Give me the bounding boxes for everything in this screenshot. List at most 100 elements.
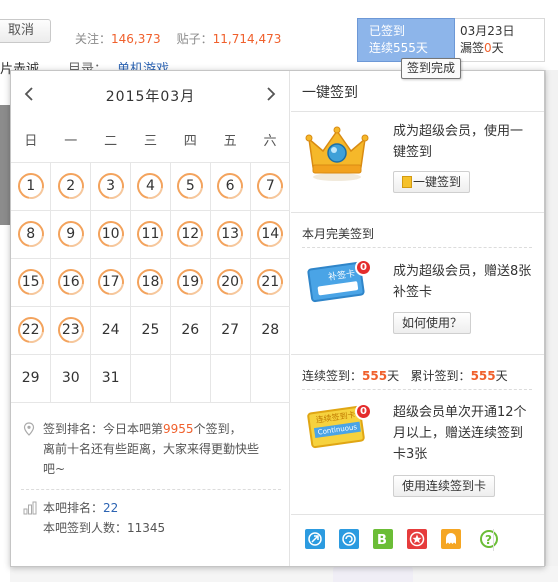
calendar-empty-cell [130,353,171,403]
ghost-icon[interactable] [441,529,461,549]
signed-day: 5 [179,175,201,197]
calendar-day-cell[interactable]: 7 [249,161,290,210]
calendar-empty-cell [209,353,251,403]
how-to-use-button[interactable]: 如何使用？ [393,312,472,334]
sign-date: 03月23日 [460,24,515,38]
unsigned-day: 24 [101,322,120,338]
today-rank: 签到排名：今日本吧第9955个签到， 离前十名还有些距离，大家来得更勤快些 吧~ [21,419,281,479]
calendar-day-cell[interactable]: 28 [249,305,290,354]
signed-day: 4 [139,175,161,197]
signed-day: 12 [179,223,201,245]
weekday-header: 五 [223,133,237,149]
calendar-day-cell[interactable]: 6 [209,161,251,210]
sign-complete-tooltip: 签到完成 [401,58,462,79]
cont-card-count-badge: 0 [355,403,372,420]
calendar-day-cell[interactable]: 15 [11,257,51,306]
calendar-day-cell[interactable]: 14 [249,209,290,258]
chevron-right-icon [267,87,276,101]
signed-day: 19 [179,271,201,293]
calendar-day-cell[interactable]: 24 [90,305,131,354]
calendar-day-cell[interactable]: 21 [249,257,290,306]
calendar-day-cell[interactable]: 22 [11,305,51,354]
unsigned-day: 30 [61,370,80,386]
bar-rank-value: 22 [103,501,119,515]
calendar-day-cell[interactable]: 16 [50,257,91,306]
bar-sign-count: 11345 [127,521,166,535]
unsigned-day: 29 [21,370,40,386]
arrow-share-icon[interactable] [305,529,325,549]
continuous-card-description: 超级会员单次开通12个月以上，赠送连续签到卡3张 [393,405,527,462]
calendar-grid: 日一二三四五六 1 2 3 4 5 6 7 8 9 10 11 12 13 14 15 16 17 18 19 20 2… [11,117,290,403]
calendar-day-cell[interactable]: 30 [50,353,91,403]
makeup-card-description: 成为超级会员，赠送8张补签卡 [393,264,532,300]
calendar-day-cell[interactable]: 18 [130,257,171,306]
continuous-card-icon: 连续签到卡 Continuous 0 [306,403,373,449]
signed-day: 1 [20,175,42,197]
signed-day: 10 [100,223,122,245]
signed-day: 11 [139,223,161,245]
page-bottom [10,566,558,582]
calendar-day-cell[interactable]: 4 [130,161,171,210]
calendar-day-cell[interactable]: 20 [209,257,251,306]
signed-day: 18 [139,271,161,293]
signin-sidebar: 一键签到 成为超级会员，使用一键签到 一键签到 本月完美签到 补签卡 0 成为超… [291,71,544,566]
sign-rank-info: 签到排名：今日本吧第9955个签到， 离前十名还有些距离，大家来得更勤快些 吧~… [21,419,281,538]
signed-status-button[interactable]: 已签到 连续555天 [357,18,455,62]
star-icon[interactable] [407,529,427,549]
next-month-button[interactable] [263,85,279,103]
use-continuous-card-button[interactable]: 使用连续签到卡 [393,475,496,497]
help-icon[interactable]: ? [479,529,499,549]
signed-day: 23 [60,319,82,341]
unsigned-day: 26 [181,322,200,338]
one-click-sign-button[interactable]: 一键签到 [393,171,471,193]
signed-day: 16 [60,271,82,293]
signed-day: 3 [100,175,122,197]
calendar-day-cell[interactable]: 9 [50,209,91,258]
calendar-day-cell[interactable]: 29 [11,353,51,403]
calendar-day-cell[interactable]: 5 [169,161,211,210]
calendar-day-cell[interactable]: 2 [50,161,91,210]
calendar-day-cell[interactable]: 23 [50,305,91,354]
calendar-day-cell[interactable]: 26 [169,305,211,354]
calendar-day-cell[interactable]: 27 [209,305,251,354]
weekday-header: 一 [64,133,78,149]
signed-day: 22 [20,319,42,341]
calendar-day-cell[interactable]: 12 [169,209,211,258]
signed-day: 2 [60,175,82,197]
avatar [333,566,413,582]
unsigned-day: 27 [221,322,240,338]
vip-badge-icon [402,176,412,188]
calendar-day-cell[interactable]: 13 [209,209,251,258]
calendar-empty-cell [249,353,290,403]
b-badge-icon[interactable]: B [373,529,393,549]
signed-day: 13 [219,223,241,245]
follow-label: 关注： [75,32,112,46]
vip-description: 成为超级会员，使用一键签到 [393,124,524,160]
calendar-day-cell[interactable]: 17 [90,257,131,306]
unsigned-day: 28 [261,322,280,338]
signed-status: 已签到 [369,24,406,38]
calendar-day-cell[interactable]: 3 [90,161,131,210]
unsigned-day: 25 [141,322,160,338]
bar-chart-icon [23,501,37,515]
calendar-day-cell[interactable]: 31 [90,353,131,403]
card-count-badge: 0 [355,259,372,276]
calendar-day-cell[interactable]: 8 [11,209,51,258]
calendar-day-cell[interactable]: 10 [90,209,131,258]
signed-day: 8 [20,223,42,245]
posts-count: 11,714,473 [212,32,282,46]
missed-days: 漏签0天 [460,41,504,55]
refresh-icon[interactable] [339,529,359,549]
weekday-header: 六 [263,133,277,149]
calendar-day-cell[interactable]: 19 [169,257,211,306]
signed-day: 6 [219,175,241,197]
posts-label: 贴子： [176,32,213,46]
calendar-day-cell[interactable]: 11 [130,209,171,258]
cancel-button[interactable]: 取消 [0,19,51,43]
banner-fragment [0,105,10,225]
calendar-day-cell[interactable]: 25 [130,305,171,354]
sign-totals: 连续签到：555天 累计签到：555天 [302,369,508,383]
calendar: 2015年03月 日一二三四五六 1 2 3 4 5 6 7 8 9 10 11 12 13 14 15 16… [11,71,290,566]
perfect-sign-title: 本月完美签到 [302,227,375,241]
calendar-day-cell[interactable]: 1 [11,161,51,210]
